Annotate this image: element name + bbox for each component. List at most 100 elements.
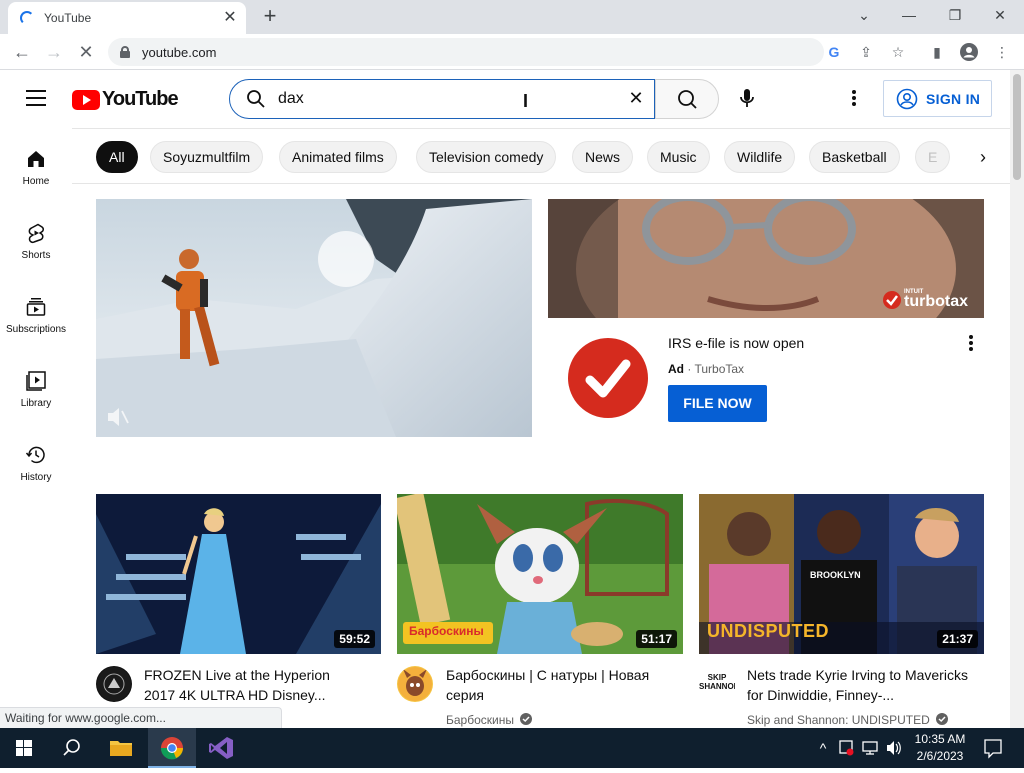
video-thumbnail[interactable]: BROOKLYN UNDISPUTED 21:37 (699, 494, 984, 654)
side-panel-icon[interactable]: ▮ (927, 42, 947, 62)
youtube-masthead: YouTube ✕ I SIGN IN (0, 70, 1010, 128)
ad-advertiser: TurboTax (694, 362, 745, 376)
video-duration: 51:17 (636, 630, 677, 648)
taskbar-visual-studio[interactable] (198, 728, 246, 768)
video-title[interactable]: Барбоскины | С натуры | Новая серия (446, 665, 666, 705)
search-input[interactable] (278, 90, 608, 108)
ad-more-icon[interactable] (963, 333, 979, 353)
chip-animated-films[interactable]: Animated films (279, 141, 397, 173)
close-window-button[interactable]: ✕ (986, 4, 1014, 26)
guide-item-shorts[interactable]: Shorts (0, 222, 72, 282)
chip-television-comedy[interactable]: Television comedy (416, 141, 557, 173)
tray-security-icon[interactable] (836, 728, 856, 768)
address-bar[interactable]: youtube.com (108, 38, 824, 66)
bookmark-star-icon[interactable]: ☆ (888, 42, 908, 62)
profile-icon[interactable] (959, 42, 979, 62)
chip-bar: All Soyuzmultfilm Animated films Televis… (72, 128, 1010, 184)
windows-taskbar: ^ 10:35 AM 2/6/2023 (0, 728, 1024, 768)
forward-button[interactable]: → (42, 40, 66, 64)
subscriptions-icon (26, 298, 46, 316)
settings-more-icon[interactable] (846, 88, 862, 108)
channel-name[interactable]: Skip and Shannon: UNDISPUTED (747, 713, 949, 727)
featured-video-player[interactable] (96, 199, 532, 437)
search-icon (63, 739, 80, 756)
chip-soyuzmultfilm[interactable]: Soyuzmultfilm (150, 141, 264, 173)
tab-title: YouTube (44, 11, 92, 25)
clock-time: 10:35 AM (914, 732, 966, 746)
channel-avatar[interactable] (96, 666, 132, 702)
visual-studio-icon (209, 737, 233, 759)
video-thumbnail[interactable]: Барбоскины 51:17 (397, 494, 683, 654)
tray-overflow-icon[interactable]: ^ (814, 728, 832, 768)
channel-name[interactable]: Барбоскины (446, 713, 533, 727)
chip-news[interactable]: News (572, 141, 634, 173)
guide-item-library[interactable]: Library (0, 370, 72, 430)
search-icon (246, 89, 266, 109)
google-lens-icon[interactable]: G (824, 42, 844, 62)
library-icon (26, 371, 46, 391)
tab-close-icon[interactable]: ✕ (222, 10, 238, 26)
start-button[interactable] (0, 728, 48, 768)
guide-menu-icon[interactable] (26, 90, 46, 106)
voice-search-button[interactable] (732, 83, 762, 113)
account-icon (896, 88, 918, 109)
history-icon (25, 446, 45, 464)
loading-spinner-icon (20, 11, 34, 25)
mountain-climber-image (96, 199, 532, 437)
tray-volume-icon[interactable] (884, 728, 904, 768)
lock-icon[interactable] (120, 46, 130, 58)
taskbar-clock[interactable]: 10:35 AM 2/6/2023 (912, 731, 968, 765)
taskbar-chrome[interactable] (148, 728, 196, 768)
browser-toolbar: ← → ✕ youtube.com G ⇪ ☆ ▮ ⋮ (0, 34, 1024, 70)
search-button-icon (678, 90, 697, 109)
channel-avatar[interactable] (397, 666, 433, 702)
notifications-button[interactable] (978, 728, 1008, 768)
shorts-icon (28, 223, 44, 244)
verified-icon (936, 713, 949, 725)
browser-tab[interactable]: YouTube ✕ (8, 2, 246, 34)
scrollbar-thumb[interactable] (1013, 74, 1021, 180)
video-title[interactable]: Nets trade Kyrie Irving to Mavericks for… (747, 665, 972, 705)
status-bubble: Waiting for www.google.com... (0, 707, 282, 728)
channel-avatar[interactable]: SKIP SHANNON (699, 666, 735, 702)
taskbar-file-explorer[interactable] (97, 728, 145, 768)
youtube-logo[interactable]: YouTube (72, 88, 179, 111)
back-button[interactable]: ← (10, 40, 34, 64)
chip-basketball[interactable]: Basketball (809, 141, 900, 173)
tab-search-icon[interactable]: ⌄ (850, 4, 878, 26)
guide-label-subscriptions: Subscriptions (5, 324, 67, 335)
chip-music[interactable]: Music (647, 141, 710, 173)
chip-all[interactable]: All (96, 141, 138, 173)
chip-partial[interactable]: E (915, 141, 951, 173)
sign-in-button[interactable]: SIGN IN (883, 80, 992, 117)
turbotax-wordmark: turbotax (904, 293, 968, 310)
ad-title[interactable]: IRS e-file is now open (668, 335, 804, 351)
minimize-button[interactable]: — (895, 4, 923, 26)
taskbar-search-button[interactable] (48, 728, 96, 768)
share-icon[interactable]: ⇪ (856, 42, 876, 62)
channel-name-text: Skip and Shannon: UNDISPUTED (747, 713, 930, 727)
file-now-button[interactable]: FILE NOW (668, 385, 767, 422)
guide-item-home[interactable]: Home (0, 148, 72, 208)
chip-wildlife[interactable]: Wildlife (724, 141, 796, 173)
clear-search-icon[interactable]: ✕ (626, 88, 646, 108)
page-scrollbar[interactable] (1010, 70, 1024, 728)
mute-icon[interactable] (106, 407, 128, 429)
chip-next-arrow-icon[interactable]: › (968, 141, 1010, 173)
ad-banner-image[interactable]: INTUIT turbotax (548, 199, 984, 318)
guide-item-subscriptions[interactable]: Subscriptions (0, 296, 72, 356)
turbotax-avatar[interactable] (568, 338, 648, 418)
stop-loading-button[interactable]: ✕ (74, 40, 98, 64)
text-cursor-icon: I (523, 91, 529, 111)
search-button[interactable] (655, 79, 719, 119)
video-title[interactable]: FROZEN Live at the Hyperion 2017 4K ULTR… (144, 665, 364, 705)
search-box[interactable]: ✕ (229, 79, 655, 119)
tray-network-icon[interactable] (860, 728, 880, 768)
restore-button[interactable]: ❐ (941, 4, 969, 26)
channel-name-text: Барбоскины (446, 713, 514, 727)
ad-meta: Ad · TurboTax (668, 362, 744, 376)
new-tab-button[interactable]: + (258, 5, 282, 29)
chrome-menu-icon[interactable]: ⋮ (992, 42, 1012, 62)
video-thumbnail[interactable]: 59:52 (96, 494, 381, 654)
guide-item-history[interactable]: History (0, 444, 72, 504)
